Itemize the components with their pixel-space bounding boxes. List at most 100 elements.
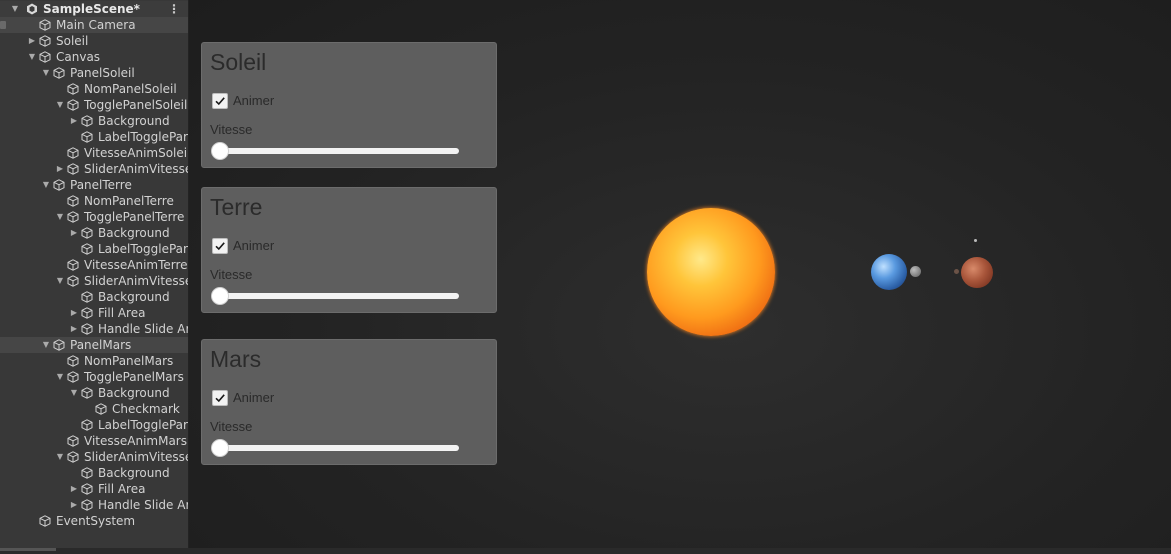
expand-arrow-down-icon[interactable]: ▼ <box>69 385 79 401</box>
cube-icon <box>81 131 93 143</box>
hierarchy-item[interactable]: ▶ Handle Slide Are <box>0 321 188 337</box>
hierarchy-item[interactable]: ▶ Handle Slide Are <box>0 497 188 513</box>
hierarchy-item[interactable]: ▼ SliderAnimVitesseT <box>0 273 188 289</box>
hierarchy-item[interactable]: Background <box>0 465 188 481</box>
cube-icon <box>67 195 79 207</box>
hierarchy-item-label: PanelSoleil <box>70 66 135 80</box>
bottom-tab[interactable] <box>0 548 56 551</box>
hierarchy-item-label: VitesseAnimMars <box>84 434 187 448</box>
expand-arrow-down-icon[interactable]: ▼ <box>41 337 51 353</box>
collapse-scene-arrow-icon[interactable]: ▼ <box>10 1 20 17</box>
mars-moon-small <box>954 269 959 274</box>
hierarchy-item[interactable]: ▶ Background <box>0 113 188 129</box>
hierarchy-item-label: Fill Area <box>98 306 146 320</box>
cube-icon <box>81 323 93 335</box>
game-view: Soleil Animer Vitesse Terre Animer Vitesse Mar… <box>189 0 1171 548</box>
hierarchy-item[interactable]: ▼ Background <box>0 385 188 401</box>
hierarchy-item[interactable]: VitesseAnimTerre <box>0 257 188 273</box>
hierarchy-panel: ▼ SampleScene* ⋮ Main Camera ▶ Soleil ▼ Canv… <box>0 0 189 548</box>
slider-handle[interactable] <box>211 142 229 160</box>
hierarchy-item[interactable]: ▼ PanelTerre <box>0 177 188 193</box>
expand-arrow-down-icon[interactable]: ▼ <box>27 49 37 65</box>
cube-icon <box>67 435 79 447</box>
hierarchy-item[interactable]: ▼ PanelSoleil <box>0 65 188 81</box>
hierarchy-item[interactable]: NomPanelSoleil <box>0 81 188 97</box>
hierarchy-item[interactable]: ▼ TogglePanelMars <box>0 369 188 385</box>
hierarchy-item-label: PanelTerre <box>70 178 132 192</box>
animer-label: Animer <box>233 238 275 253</box>
animer-checkbox[interactable] <box>212 93 228 109</box>
vitesse-slider[interactable] <box>211 142 459 160</box>
hierarchy-item[interactable]: NomPanelTerre <box>0 193 188 209</box>
hierarchy-item[interactable]: ▼ TogglePanelTerre <box>0 209 188 225</box>
hierarchy-item[interactable]: Main Camera <box>0 17 188 33</box>
hierarchy-item-label: Fill Area <box>98 482 146 496</box>
hierarchy-item-label: Background <box>98 290 170 304</box>
hierarchy-item[interactable]: VitesseAnimMars <box>0 433 188 449</box>
unity-scene-icon <box>26 3 38 15</box>
expand-arrow-down-icon[interactable]: ▼ <box>41 65 51 81</box>
scene-name: SampleScene* <box>43 2 140 16</box>
expand-arrow-right-icon[interactable]: ▶ <box>69 225 79 241</box>
expand-arrow-down-icon[interactable]: ▼ <box>55 369 65 385</box>
cube-icon <box>67 451 79 463</box>
expand-arrow-right-icon[interactable]: ▶ <box>69 497 79 513</box>
hierarchy-item-label: Main Camera <box>56 18 136 32</box>
hierarchy-item[interactable]: ▼ SliderAnimVitesseI <box>0 449 188 465</box>
expand-arrow-down-icon[interactable]: ▼ <box>41 177 51 193</box>
cube-icon <box>81 115 93 127</box>
hierarchy-item-label: SliderAnimVitesseT <box>84 274 188 288</box>
bottom-tab-strip <box>0 548 1171 554</box>
expand-arrow-right-icon[interactable]: ▶ <box>69 481 79 497</box>
hierarchy-item[interactable]: ▼ TogglePanelSoleil <box>0 97 188 113</box>
hierarchy-item[interactable]: ▼ Canvas <box>0 49 188 65</box>
hierarchy-item-label: Background <box>98 114 170 128</box>
earth-planet <box>871 254 907 290</box>
ui-panel-mars: Mars Animer Vitesse <box>201 339 497 465</box>
cube-icon <box>53 339 65 351</box>
expand-arrow-down-icon[interactable]: ▼ <box>55 273 65 289</box>
camera-marker-icon <box>0 21 6 29</box>
hierarchy-item[interactable]: LabelTogglePar <box>0 417 188 433</box>
ui-panel-soleil: Soleil Animer Vitesse <box>201 42 497 168</box>
cube-icon <box>81 291 93 303</box>
scene-header-row[interactable]: ▼ SampleScene* ⋮ <box>0 1 188 17</box>
expand-arrow-right-icon[interactable]: ▶ <box>55 161 65 177</box>
moon <box>910 266 921 277</box>
hierarchy-item[interactable]: EventSystem <box>0 513 188 529</box>
cube-icon <box>81 307 93 319</box>
animer-checkbox[interactable] <box>212 238 228 254</box>
hierarchy-item[interactable]: ▼ PanelMars <box>0 337 188 353</box>
expand-arrow-right-icon[interactable]: ▶ <box>69 321 79 337</box>
expand-arrow-right-icon[interactable]: ▶ <box>69 113 79 129</box>
animer-checkbox[interactable] <box>212 390 228 406</box>
expand-arrow-down-icon[interactable]: ▼ <box>55 449 65 465</box>
expand-arrow-down-icon[interactable]: ▼ <box>55 209 65 225</box>
expand-arrow-right-icon[interactable]: ▶ <box>69 305 79 321</box>
hierarchy-item[interactable]: ▶ Background <box>0 225 188 241</box>
kebab-menu-icon[interactable]: ⋮ <box>168 1 180 17</box>
cube-icon <box>53 67 65 79</box>
cube-icon <box>67 163 79 175</box>
hierarchy-item[interactable]: VitesseAnimSoleil <box>0 145 188 161</box>
hierarchy-item[interactable]: NomPanelMars <box>0 353 188 369</box>
cube-icon <box>39 51 51 63</box>
hierarchy-item[interactable]: ▶ Fill Area <box>0 481 188 497</box>
hierarchy-item[interactable]: ▶ SliderAnimVitesseS <box>0 161 188 177</box>
hierarchy-item[interactable]: LabelTogglePar <box>0 241 188 257</box>
vitesse-slider[interactable] <box>211 287 459 305</box>
vitesse-slider[interactable] <box>211 439 459 457</box>
slider-handle[interactable] <box>211 287 229 305</box>
slider-handle[interactable] <box>211 439 229 457</box>
expand-arrow-right-icon[interactable]: ▶ <box>27 33 37 49</box>
hierarchy-item[interactable]: LabelTogglePar <box>0 129 188 145</box>
cube-icon <box>67 355 79 367</box>
expand-arrow-down-icon[interactable]: ▼ <box>55 97 65 113</box>
hierarchy-item[interactable]: Checkmark <box>0 401 188 417</box>
hierarchy-item-label: NomPanelMars <box>84 354 174 368</box>
hierarchy-item[interactable]: ▶ Soleil <box>0 33 188 49</box>
hierarchy-item[interactable]: Background <box>0 289 188 305</box>
hierarchy-item[interactable]: ▶ Fill Area <box>0 305 188 321</box>
hierarchy-item-label: Background <box>98 386 170 400</box>
ui-panel-terre: Terre Animer Vitesse <box>201 187 497 313</box>
